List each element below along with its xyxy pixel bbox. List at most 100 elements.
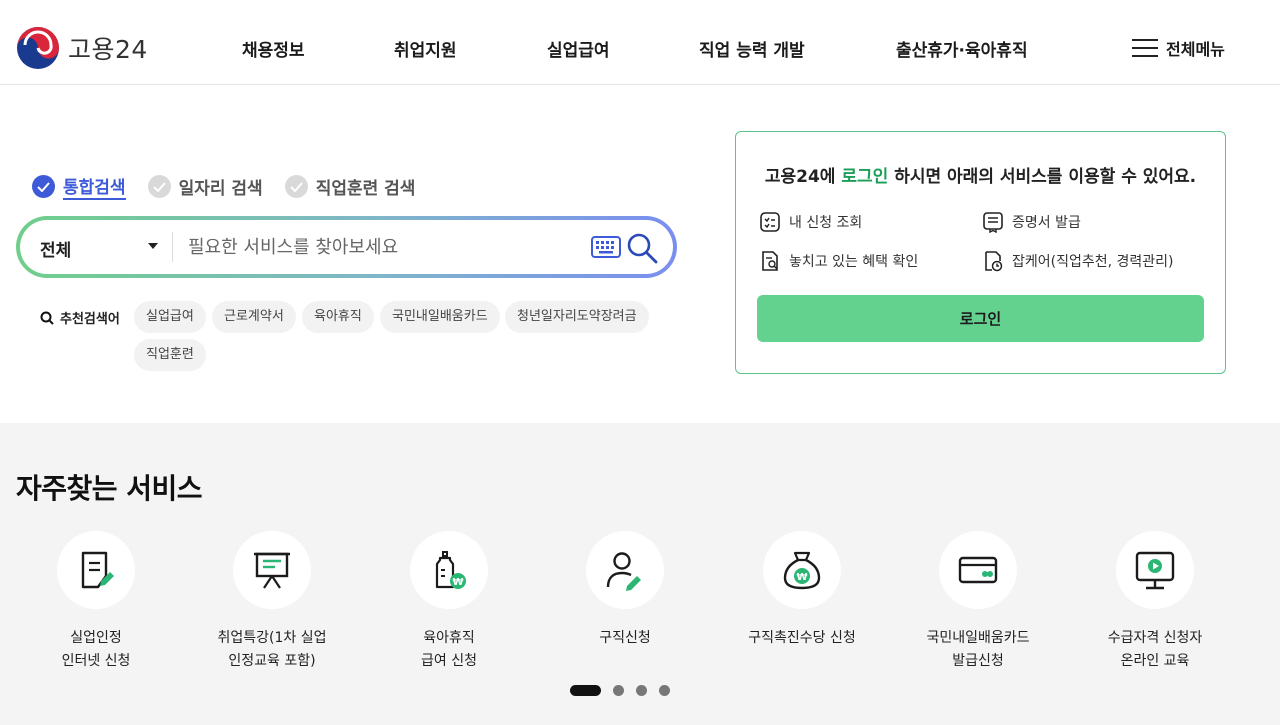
label-line2: 발급신청 (952, 653, 1004, 669)
label-line1: 취업특강(1차 실업 (217, 630, 327, 646)
svg-text:₩: ₩ (452, 577, 463, 588)
nav-item-vocational-training[interactable]: 직업 능력 개발 (699, 36, 805, 61)
service-label: 증명서 발급 (1012, 215, 1081, 231)
service-icon-circle: ₩ (763, 531, 841, 609)
service-my-applications[interactable]: 내 신청 조회 (759, 211, 862, 233)
tab-label: 통합검색 (63, 173, 126, 200)
frequent-service-item[interactable]: 실업인정인터넷 신청 (6, 531, 186, 673)
pagination-dot-1[interactable] (570, 685, 601, 696)
check-circle-icon (147, 175, 171, 198)
recommended-keywords-label: 추천검색어 (40, 308, 120, 327)
frequent-service-item[interactable]: 구직신청 (535, 531, 715, 650)
frequent-services-title: 자주찾는 서비스 (16, 472, 203, 505)
search-category-select[interactable]: 전체 (40, 236, 162, 261)
frequent-services-section: 자주찾는 서비스 실업인정인터넷 신청 취업특강(1차 실업인정교육 포함) (0, 423, 1280, 725)
tab-label: 직업훈련 검색 (315, 179, 416, 199)
carousel-pagination (570, 685, 670, 696)
certificate-icon (983, 212, 1003, 233)
frequent-service-item[interactable]: 취업특강(1차 실업인정교육 포함) (182, 531, 362, 673)
service-icon-circle (939, 531, 1017, 609)
recommended-label-text: 추천검색어 (60, 312, 120, 327)
service-label: 잡케어(직업추천, 경력관리) (1012, 254, 1174, 270)
document-edit-icon (81, 551, 114, 589)
logo-text: 고용24 (68, 35, 148, 64)
search-icon[interactable] (626, 232, 658, 264)
service-label: 놓치고 있는 혜택 확인 (789, 254, 919, 270)
site-logo[interactable]: 고용24 (16, 26, 148, 70)
search-input[interactable] (188, 230, 578, 264)
document-search-icon (762, 251, 778, 271)
keyword-chip[interactable]: 국민내일배움카드 (380, 301, 500, 333)
login-promo-title: 고용24에 로그인 하시면 아래의 서비스를 이용할 수 있어요. (736, 162, 1225, 187)
monitor-play-icon (1135, 551, 1175, 590)
presentation-board-icon (254, 552, 290, 589)
service-jobcare[interactable]: 잡케어(직업추천, 경력관리) (982, 250, 1174, 272)
pagination-dot-2[interactable] (613, 685, 624, 696)
document-clock-icon (985, 251, 1003, 272)
money-bag-icon: ₩ (783, 551, 821, 590)
service-label: 취업특강(1차 실업인정교육 포함) (182, 627, 362, 673)
service-label: 구직신청 (535, 627, 715, 650)
all-menu-label: 전체메뉴 (1166, 40, 1225, 59)
tab-integrated-search[interactable]: 통합검색 (32, 173, 126, 200)
service-missed-benefits[interactable]: 놓치고 있는 혜택 확인 (759, 250, 918, 272)
frequent-service-item[interactable]: ₩ 구직촉진수당 신청 (712, 531, 892, 650)
nav-item-employment-support[interactable]: 취업지원 (394, 36, 457, 61)
label-line1: 수급자격 신청자 (1107, 630, 1203, 646)
title-suffix: 하시면 아래의 서비스를 이용할 수 있어요. (888, 167, 1197, 187)
service-label: 수급자격 신청자온라인 교육 (1065, 627, 1245, 673)
frequent-service-item[interactable]: 수급자격 신청자온라인 교육 (1065, 531, 1245, 673)
svg-text:₩: ₩ (796, 572, 807, 583)
service-certificate-issue[interactable]: 증명서 발급 (982, 211, 1081, 233)
label-line1: 국민내일배움카드 (926, 630, 1030, 646)
search-tabs: 통합검색 일자리 검색 직업훈련 검색 (32, 173, 415, 200)
pagination-dot-3[interactable] (636, 685, 647, 696)
label-line2: 급여 신청 (421, 653, 477, 669)
card-icon (958, 556, 998, 584)
keyword-chip[interactable]: 실업급여 (134, 301, 206, 333)
nav-item-unemployment-benefit[interactable]: 실업급여 (547, 36, 610, 61)
service-label: 국민내일배움카드발급신청 (888, 627, 1068, 673)
check-circle-icon (32, 175, 55, 198)
label-line1: 실업인정 (70, 630, 122, 646)
taegeuk-logo-icon (17, 27, 59, 69)
tab-training-search[interactable]: 직업훈련 검색 (284, 173, 416, 200)
hamburger-icon (1132, 39, 1158, 57)
login-button[interactable]: 로그인 (757, 295, 1204, 342)
keyword-chip[interactable]: 근로계약서 (212, 301, 296, 333)
service-label: 육아휴직 급여 신청 (359, 627, 539, 673)
nav-item-maternity-parental-leave[interactable]: 출산휴가·육아휴직 (896, 36, 1028, 61)
service-icon-circle (586, 531, 664, 609)
frequent-service-item[interactable]: 국민내일배움카드발급신청 (888, 531, 1068, 673)
label-line1: 구직신청 (599, 630, 651, 646)
keyword-chip[interactable]: 청년일자리도약장려금 (505, 301, 649, 333)
label-line2: 인정교육 포함) (228, 653, 316, 669)
service-icon-circle (57, 531, 135, 609)
login-promo-box: 고용24에 로그인 하시면 아래의 서비스를 이용할 수 있어요. 내 신청 조… (735, 131, 1226, 374)
label-line1: 구직촉진수당 신청 (748, 630, 856, 646)
keyword-chip[interactable]: 육아휴직 (302, 301, 374, 333)
virtual-keyboard-icon[interactable] (591, 236, 621, 258)
all-menu-button[interactable]: 전체메뉴 (1132, 36, 1225, 60)
divider (172, 232, 173, 262)
service-label: 구직촉진수당 신청 (712, 627, 892, 650)
title-highlight: 로그인 (841, 167, 889, 187)
service-label: 실업인정인터넷 신청 (6, 627, 186, 673)
keyword-chip[interactable]: 직업훈련 (134, 339, 206, 371)
service-icon-circle (1116, 531, 1194, 609)
caret-down-icon[interactable] (148, 243, 158, 249)
check-circle-icon (284, 175, 308, 198)
search-box-inner: 전체 (20, 220, 673, 274)
tab-job-search[interactable]: 일자리 검색 (147, 173, 263, 200)
baby-bottle-icon: ₩ (435, 551, 466, 589)
service-label: 내 신청 조회 (789, 215, 863, 231)
search-box: 전체 (16, 216, 677, 278)
service-icon-circle: ₩ (410, 531, 488, 609)
label-line2: 온라인 교육 (1120, 653, 1190, 669)
pagination-dot-4[interactable] (659, 685, 670, 696)
frequent-service-item[interactable]: ₩ 육아휴직 급여 신청 (359, 531, 539, 673)
nav-item-jobs[interactable]: 채용정보 (242, 36, 305, 61)
service-icon-circle (233, 531, 311, 609)
label-line2: 인터넷 신청 (61, 653, 131, 669)
checklist-icon (760, 212, 780, 232)
